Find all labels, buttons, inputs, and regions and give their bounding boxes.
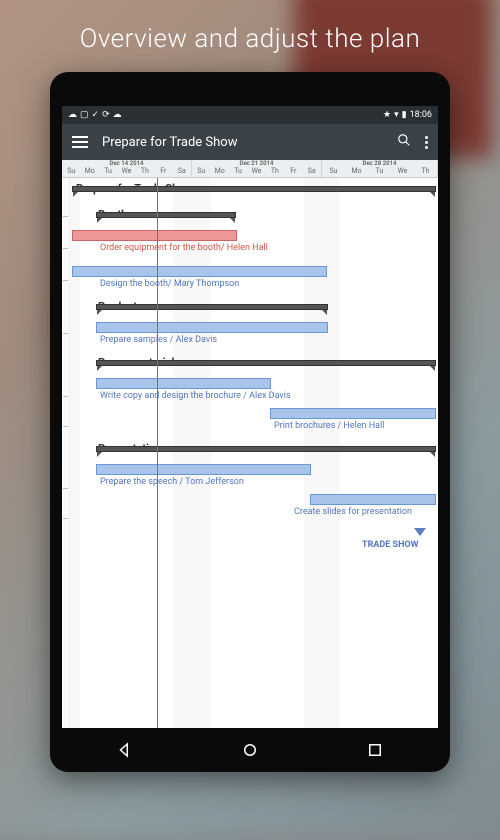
today-line	[157, 178, 158, 728]
task-label[interactable]: Print brochures / Helen Hall	[274, 421, 384, 431]
summary-bar[interactable]	[96, 446, 436, 452]
week-label: Dec 28 2014	[322, 160, 437, 167]
task-bar[interactable]	[96, 322, 328, 333]
cloud-icon: ☁	[68, 110, 77, 120]
screen: ☁ ▢ ✓ ⟳ ☁ ★ ▾ ▮ 18:06 Prepare for Trade …	[62, 106, 438, 728]
promo-heading: Overview and adjust the plan	[0, 0, 500, 72]
status-bar: ☁ ▢ ✓ ⟳ ☁ ★ ▾ ▮ 18:06	[62, 106, 438, 124]
overflow-icon[interactable]	[425, 136, 428, 149]
task-label[interactable]: Order equipment for the booth/ Helen Hal…	[100, 243, 268, 253]
summary-bar[interactable]	[96, 360, 436, 366]
sync-icon: ⟳	[102, 110, 110, 120]
back-icon[interactable]	[116, 741, 134, 759]
star-icon: ★	[383, 110, 391, 120]
recent-icon[interactable]	[366, 741, 384, 759]
task-bar[interactable]	[270, 408, 436, 419]
clock: 18:06	[410, 110, 432, 120]
task-bar[interactable]	[96, 464, 311, 475]
search-icon[interactable]	[397, 133, 411, 151]
home-icon[interactable]	[241, 741, 259, 759]
milestone-icon[interactable]	[414, 528, 426, 536]
task-label[interactable]: Prepare the speech / Tom Jefferson	[100, 477, 244, 487]
summary-bar[interactable]	[96, 304, 328, 310]
outline-gutter	[62, 178, 70, 728]
task-bar[interactable]	[72, 230, 237, 241]
app-bar: Prepare for Trade Show	[62, 124, 438, 160]
task-bar[interactable]	[310, 494, 436, 505]
task-bar[interactable]	[72, 266, 327, 277]
battery-icon: ▮	[402, 110, 407, 120]
cloud-icon: ☁	[113, 110, 122, 120]
task-label[interactable]: Prepare samples / Alex Davis	[100, 335, 217, 345]
timeline-header[interactable]: Dec 14 2014SuMoTuWeThFrSa Dec 21 2014SuM…	[62, 160, 438, 178]
android-nav-bar	[62, 732, 438, 768]
task-label[interactable]: Write copy and design the brochure / Ale…	[100, 391, 291, 401]
week-label: Dec 21 2014	[192, 160, 321, 167]
summary-bar[interactable]	[72, 186, 436, 192]
photo-icon: ▢	[80, 110, 89, 120]
tablet-frame: ☁ ▢ ✓ ⟳ ☁ ★ ▾ ▮ 18:06 Prepare for Trade …	[50, 72, 450, 772]
gantt-chart[interactable]: Prepare for Trade Show Booth Order equip…	[62, 178, 438, 728]
task-bar[interactable]	[96, 378, 271, 389]
milestone-label[interactable]: TRADE SHOW	[362, 540, 419, 550]
week-label: Dec 14 2014	[62, 160, 191, 167]
summary-bar[interactable]	[96, 212, 236, 218]
menu-icon[interactable]	[72, 133, 88, 151]
task-label[interactable]: Design the booth/ Mary Thompson	[100, 279, 239, 289]
wifi-icon: ▾	[394, 110, 399, 120]
page-title: Prepare for Trade Show	[102, 135, 383, 150]
task-label[interactable]: Create slides for presentation	[294, 507, 412, 517]
check-icon: ✓	[92, 110, 100, 120]
